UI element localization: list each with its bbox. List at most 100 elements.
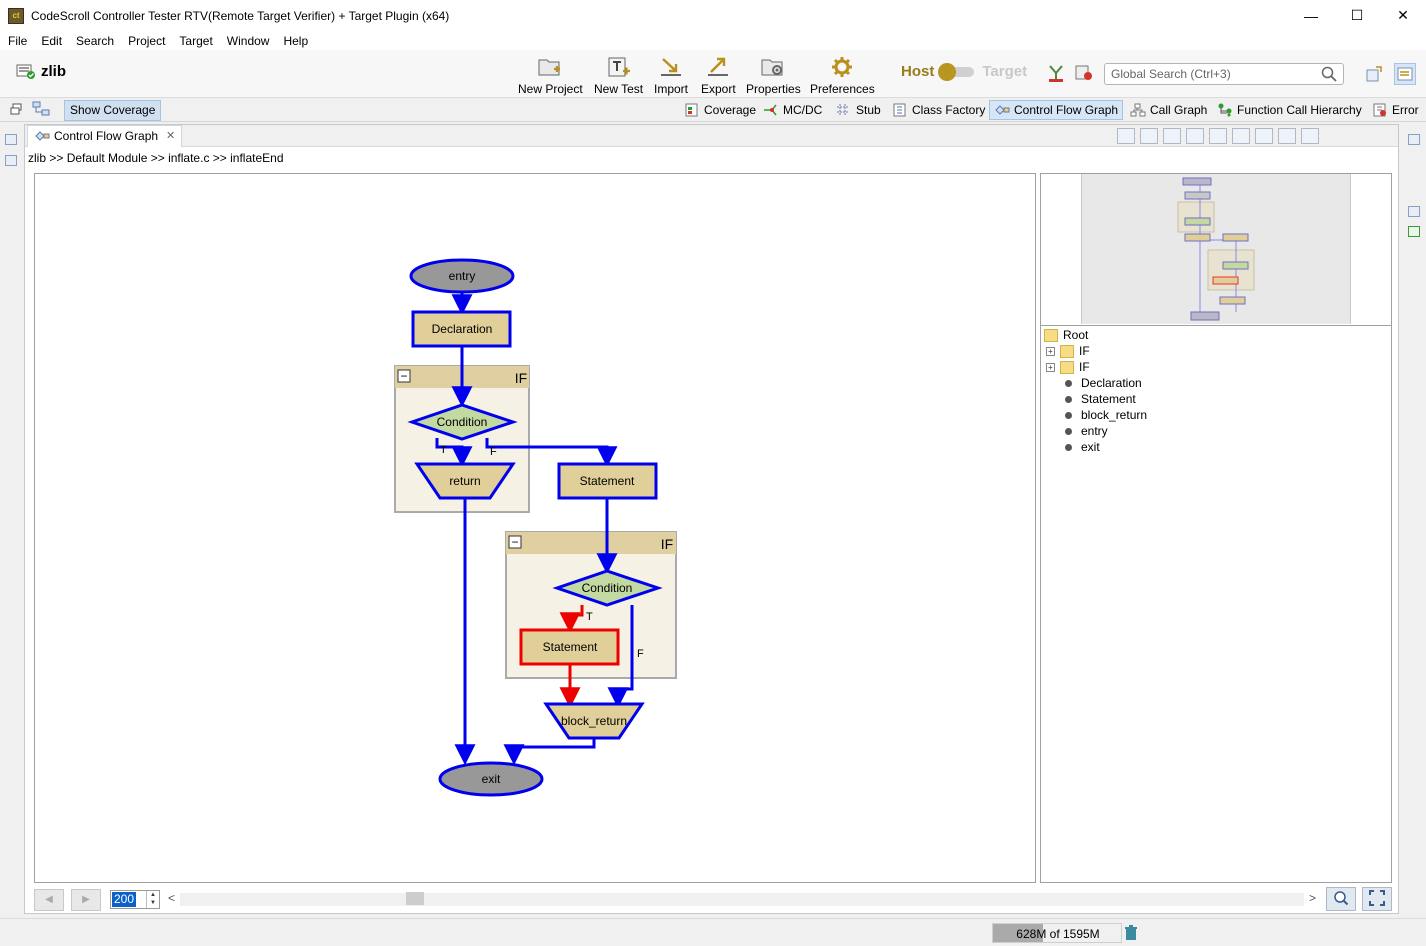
- menu-file[interactable]: File: [0, 34, 33, 48]
- menu-project[interactable]: Project: [120, 34, 171, 48]
- svg-text:Condition: Condition: [582, 581, 633, 595]
- minimize-button[interactable]: —: [1288, 0, 1334, 31]
- graph-canvas[interactable]: − IF − IF T F T F entry Declaration Cond…: [34, 173, 1036, 883]
- minimized-view-icon-right[interactable]: [1408, 226, 1420, 237]
- spin-down-icon[interactable]: ▼: [147, 899, 159, 907]
- zoom-icon: [1333, 890, 1349, 909]
- tree-item-entry[interactable]: entry: [1065, 423, 1108, 439]
- restore-right-icon-2[interactable]: [1408, 206, 1420, 217]
- menu-search[interactable]: Search: [68, 34, 120, 48]
- mcdc-view-button[interactable]: MC/DC: [759, 100, 826, 120]
- zoom-spinner[interactable]: 200 ▲ ▼: [110, 890, 160, 909]
- export-button[interactable]: Export: [701, 54, 736, 96]
- scroll-right-icon[interactable]: >: [1309, 891, 1316, 905]
- tree-item-exit[interactable]: exit: [1065, 439, 1100, 455]
- tab-close-icon[interactable]: ✕: [166, 129, 175, 142]
- preferences-button[interactable]: Preferences: [810, 54, 875, 96]
- trash-icon[interactable]: [1124, 925, 1138, 941]
- prev-button[interactable]: ◀: [34, 889, 64, 911]
- menu-help[interactable]: Help: [275, 34, 314, 48]
- zoom-button[interactable]: [1326, 887, 1356, 911]
- project-selector[interactable]: zlib: [16, 62, 66, 80]
- node-statement-1[interactable]: Statement: [557, 462, 658, 500]
- copy-icon[interactable]: [1163, 128, 1181, 144]
- print-icon[interactable]: [1301, 128, 1319, 144]
- spin-up-icon[interactable]: ▲: [147, 891, 159, 899]
- next-button[interactable]: ▶: [71, 889, 101, 911]
- edge-label-f1: F: [490, 446, 497, 458]
- svg-text:Statement: Statement: [543, 640, 598, 654]
- node-exit[interactable]: exit: [438, 761, 544, 797]
- zoom-value[interactable]: 200: [112, 892, 137, 907]
- menu-target[interactable]: Target: [171, 34, 218, 48]
- scroll-left-icon[interactable]: <: [168, 891, 175, 905]
- control-flow-graph-view-button[interactable]: Control Flow Graph: [989, 100, 1124, 120]
- svg-text:block_return: block_return: [561, 714, 627, 728]
- maximize-button[interactable]: ☐: [1334, 0, 1380, 31]
- target-label: Target: [982, 63, 1028, 80]
- expand-icon[interactable]: +: [1046, 362, 1055, 372]
- main-toolbar: zlib New Project New Test Import Export …: [0, 50, 1426, 98]
- horizontal-scrollbar[interactable]: < >: [166, 891, 1318, 908]
- node-block-return[interactable]: block_return: [543, 702, 645, 740]
- global-search-input[interactable]: Global Search (Ctrl+3): [1104, 63, 1344, 85]
- node-declaration[interactable]: Declaration: [411, 310, 512, 348]
- restore-icon[interactable]: [10, 103, 22, 115]
- new-test-button[interactable]: New Test: [594, 54, 643, 96]
- open-perspective-icon[interactable]: [1366, 66, 1382, 82]
- tree-item-block-return[interactable]: block_return: [1065, 407, 1147, 423]
- tree-item-if-1[interactable]: + IF: [1046, 343, 1090, 359]
- spin-arrows[interactable]: ▲ ▼: [146, 891, 159, 908]
- error-icon: [1372, 103, 1388, 117]
- function-call-hierarchy-view-button[interactable]: Function Call Hierarchy: [1213, 100, 1366, 120]
- restore-left-icon[interactable]: [5, 134, 17, 145]
- properties-button[interactable]: Properties: [746, 54, 801, 96]
- folder-icon: [1044, 328, 1058, 342]
- collapse-if-1-symbol: −: [400, 369, 407, 383]
- collapse-all-icon[interactable]: [1140, 128, 1158, 144]
- scroll-thumb[interactable]: [406, 892, 424, 905]
- new-project-button[interactable]: New Project: [518, 54, 583, 96]
- coverage-view-button[interactable]: Coverage: [680, 100, 760, 120]
- expand-all-icon[interactable]: [1117, 128, 1135, 144]
- highlight-icon[interactable]: [1232, 128, 1250, 144]
- restore-right-icon[interactable]: [1408, 134, 1420, 145]
- close-button[interactable]: ✕: [1380, 0, 1426, 31]
- tree-item-root[interactable]: Root: [1044, 327, 1088, 343]
- control-flow-graph-icon: [994, 103, 1010, 117]
- class-factory-view-button[interactable]: Class Factory: [888, 100, 989, 120]
- sync-icon[interactable]: [1255, 128, 1273, 144]
- graph-minimap[interactable]: [1081, 174, 1351, 324]
- view-menu-icon[interactable]: [1324, 128, 1342, 144]
- minimized-view-icon[interactable]: [5, 155, 17, 166]
- call-graph-view-button[interactable]: Call Graph: [1126, 100, 1211, 120]
- paste-icon[interactable]: [1186, 128, 1204, 144]
- target-config-icon[interactable]: [1074, 63, 1094, 83]
- editor-area: Control Flow Graph ✕ zlib >> Default Mod…: [24, 124, 1399, 914]
- expand-icon[interactable]: +: [1046, 346, 1055, 356]
- menu-window[interactable]: Window: [219, 34, 276, 48]
- host-target-switch[interactable]: Host Target: [901, 62, 1028, 81]
- minimize-view-icon[interactable]: [1347, 128, 1365, 144]
- show-coverage-button[interactable]: Show Coverage: [64, 100, 162, 121]
- tree-item-if-2[interactable]: + IF: [1046, 359, 1090, 375]
- fit-to-screen-button[interactable]: [1362, 887, 1392, 911]
- menu-edit[interactable]: Edit: [33, 34, 68, 48]
- toggle-switch[interactable]: [938, 62, 978, 81]
- tree-item-declaration[interactable]: Declaration: [1065, 375, 1142, 391]
- tree-item-statement[interactable]: Statement: [1065, 391, 1136, 407]
- node-entry[interactable]: entry: [409, 258, 515, 294]
- window-title: CodeScroll Controller Tester RTV(Remote …: [31, 8, 450, 23]
- hierarchy-icon[interactable]: [32, 101, 50, 117]
- function-call-hierarchy-icon: [1217, 103, 1233, 117]
- node-statement-2[interactable]: Statement: [519, 628, 620, 666]
- stub-view-button[interactable]: Stub: [832, 100, 885, 120]
- perspective-button[interactable]: [1394, 63, 1416, 85]
- import-button[interactable]: Import: [654, 54, 688, 96]
- tab-control-flow-graph[interactable]: Control Flow Graph ✕: [27, 125, 183, 147]
- error-view-button[interactable]: Error: [1368, 100, 1423, 120]
- connect-icon[interactable]: [1046, 63, 1066, 83]
- layout-icon[interactable]: [1209, 128, 1227, 144]
- maximize-view-icon[interactable]: [1370, 128, 1388, 144]
- export-image-icon[interactable]: [1278, 128, 1296, 144]
